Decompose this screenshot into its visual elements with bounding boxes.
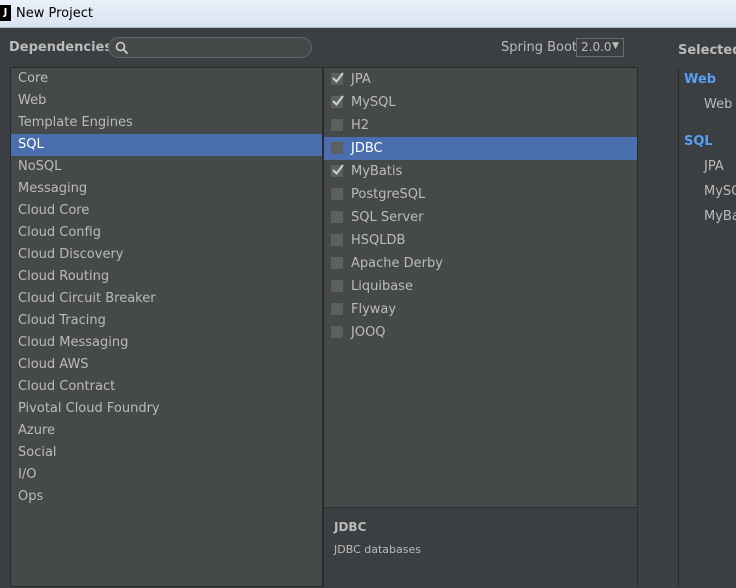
dependency-checkbox[interactable] <box>331 95 344 108</box>
spring-boot-version-select[interactable]: 2.0.0 ▼ <box>576 38 624 57</box>
category-item[interactable]: Web <box>11 90 322 112</box>
dependency-label: Liquibase <box>351 279 413 294</box>
category-item[interactable]: Cloud Contract <box>11 376 322 398</box>
dependency-checkbox[interactable] <box>331 280 343 292</box>
category-item[interactable]: SQL <box>11 134 322 156</box>
category-item[interactable]: Azure <box>11 420 322 442</box>
dependency-item[interactable]: Apache Derby <box>324 252 637 275</box>
dependency-list[interactable]: JPA MySQL H2 JDBC MyBatis PostgreSQL SQL Serve… <box>323 67 638 588</box>
intellij-app-icon: J <box>0 5 11 21</box>
dependency-item[interactable]: MySQL <box>324 91 637 114</box>
dependency-item[interactable]: JPA <box>324 68 637 91</box>
dependency-item[interactable]: HSQLDB <box>324 229 637 252</box>
dependency-label: Apache Derby <box>351 256 443 271</box>
checkmark-icon <box>332 95 344 107</box>
category-item[interactable]: Cloud Messaging <box>11 332 322 354</box>
spring-boot-label: Spring Boot <box>501 40 578 55</box>
dependency-item[interactable]: Flyway <box>324 298 637 321</box>
description-text: JDBC databases <box>334 543 421 556</box>
dependency-label: JPA <box>351 72 371 87</box>
dependency-description-panel: JDBC JDBC databases <box>324 507 637 588</box>
dependency-checkbox[interactable] <box>331 303 343 315</box>
dependency-checkbox[interactable] <box>331 142 343 154</box>
selected-group-heading: SQL <box>684 134 713 149</box>
selected-group-heading: Web <box>684 72 716 87</box>
category-item[interactable]: Ops <box>11 486 322 508</box>
dependency-item[interactable]: MyBatis <box>324 160 637 183</box>
category-item[interactable]: Core <box>11 68 322 90</box>
category-item[interactable]: NoSQL <box>11 156 322 178</box>
dependency-item[interactable]: JDBC <box>324 137 637 160</box>
search-input[interactable] <box>135 40 309 57</box>
dependency-label: MySQL <box>351 95 396 110</box>
dependency-checkbox[interactable] <box>331 164 344 177</box>
category-list[interactable]: Core Web Template Engines SQL NoSQL Messaging… <box>10 67 323 587</box>
dependency-label: Flyway <box>351 302 397 317</box>
category-item[interactable]: Pivotal Cloud Foundry <box>11 398 322 420</box>
dependency-label: H2 <box>351 118 370 133</box>
dependency-label: HSQLDB <box>351 233 406 248</box>
category-item[interactable]: Social <box>11 442 322 464</box>
chevron-down-icon: ▼ <box>612 41 619 51</box>
dependency-item[interactable]: PostgreSQL <box>324 183 637 206</box>
title-bar: J New Project <box>0 0 736 28</box>
selected-dependency-item[interactable]: MyBatis <box>704 209 736 224</box>
dependencies-label: Dependencies <box>9 40 113 55</box>
dependency-item[interactable]: Liquibase <box>324 275 637 298</box>
checkmark-icon <box>332 164 344 176</box>
search-icon <box>115 41 129 55</box>
dependency-label: JOOQ <box>351 325 386 340</box>
search-box[interactable] <box>108 37 312 58</box>
category-item[interactable]: Cloud Tracing <box>11 310 322 332</box>
dependency-label: JDBC <box>351 141 383 156</box>
dependency-item[interactable]: JOOQ <box>324 321 637 344</box>
dependency-label: MyBatis <box>351 164 403 179</box>
category-item[interactable]: Template Engines <box>11 112 322 134</box>
category-item[interactable]: Cloud AWS <box>11 354 322 376</box>
dependency-label: PostgreSQL <box>351 187 426 202</box>
description-title: JDBC <box>334 520 367 534</box>
window-title: New Project <box>16 6 93 21</box>
dependency-checkbox[interactable] <box>331 72 344 85</box>
category-item[interactable]: Cloud Discovery <box>11 244 322 266</box>
dependency-checkbox[interactable] <box>331 234 343 246</box>
category-item[interactable]: Cloud Config <box>11 222 322 244</box>
selected-dependency-item[interactable]: MySQL <box>704 184 736 199</box>
dependency-item[interactable]: SQL Server <box>324 206 637 229</box>
dependency-label: SQL Server <box>351 210 424 225</box>
dependency-item[interactable]: H2 <box>324 114 637 137</box>
checkmark-icon <box>332 72 344 84</box>
dependency-checkbox[interactable] <box>331 257 343 269</box>
dependency-checkbox[interactable] <box>331 119 343 131</box>
category-item[interactable]: Cloud Routing <box>11 266 322 288</box>
selected-dependency-item[interactable]: Web <box>704 97 732 112</box>
category-item[interactable]: I/O <box>11 464 322 486</box>
category-item[interactable]: Messaging <box>11 178 322 200</box>
category-item[interactable]: Cloud Core <box>11 200 322 222</box>
dependency-checkbox[interactable] <box>331 326 343 338</box>
dependency-checkbox[interactable] <box>331 188 343 200</box>
category-item[interactable]: Cloud Circuit Breaker <box>11 288 322 310</box>
spring-boot-version-value: 2.0.0 <box>581 40 612 54</box>
dependency-checkbox[interactable] <box>331 211 343 223</box>
selected-dependencies-header: Selected D <box>678 43 736 58</box>
selected-dependencies-panel: Web Web SQL JPA MySQL MyBatis <box>678 67 736 587</box>
selected-dependency-item[interactable]: JPA <box>704 159 724 174</box>
